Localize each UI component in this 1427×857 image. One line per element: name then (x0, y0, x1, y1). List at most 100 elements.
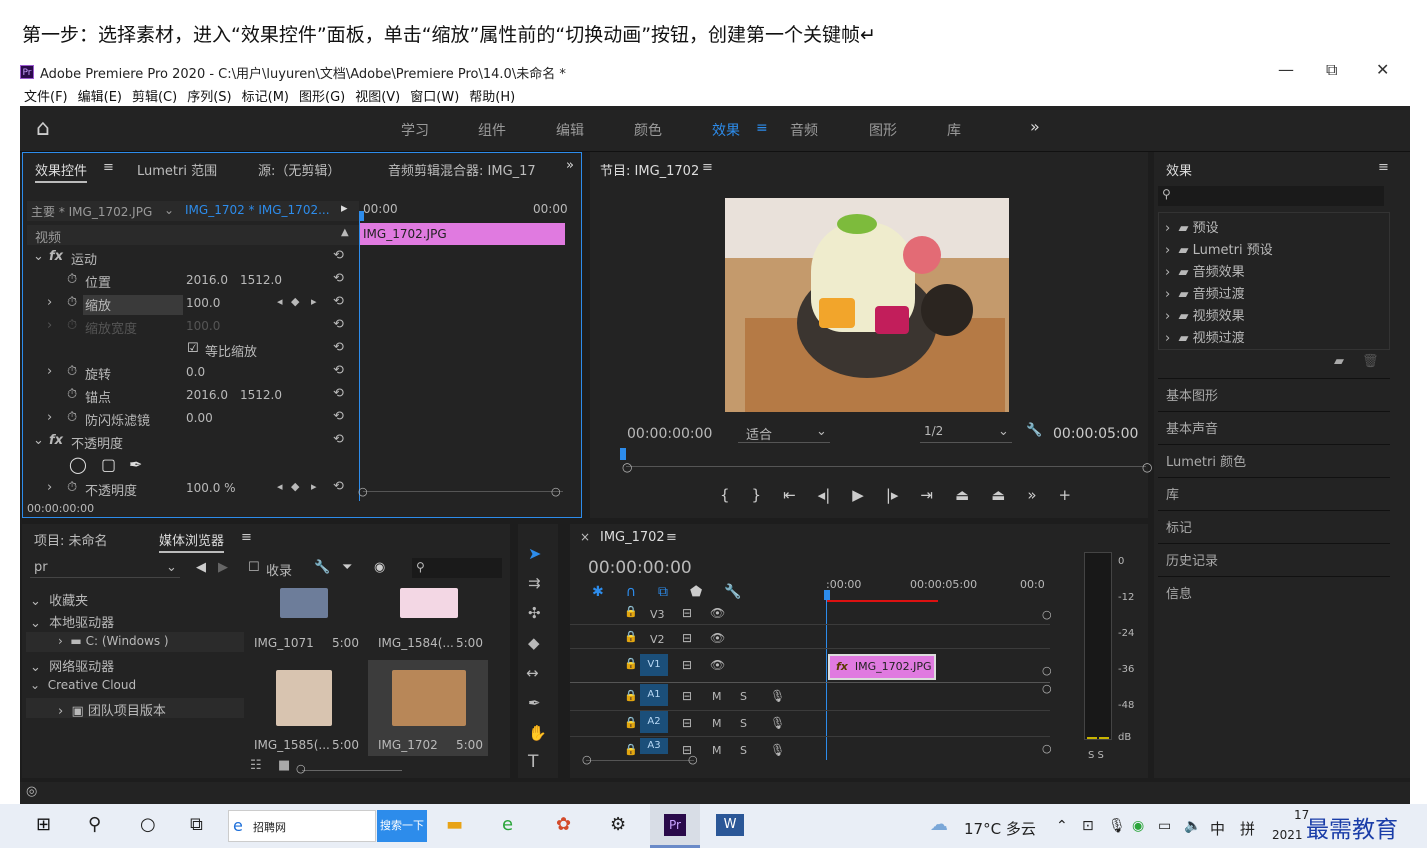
menu-help[interactable]: 帮助(H) (469, 86, 515, 105)
step-back-icon[interactable]: ◂| (818, 486, 831, 504)
play-icon[interactable]: ▶ (852, 486, 864, 504)
lock-icon[interactable]: 🔒 (624, 605, 638, 618)
add-keyframe-icon[interactable]: ◆ (291, 295, 299, 308)
timeline-playhead[interactable] (826, 590, 827, 760)
premiere-taskbar-item[interactable]: Pr (650, 804, 700, 848)
quality-select[interactable]: 1/2 ⌄ (920, 423, 1012, 443)
slider-knob-icon[interactable]: ○ (296, 762, 306, 775)
reset-icon[interactable]: ⟲ (333, 432, 344, 447)
reset-icon[interactable]: ⟲ (333, 317, 344, 332)
reset-icon[interactable]: ⟲ (333, 409, 344, 424)
stopwatch-icon[interactable]: ⏱ (67, 410, 77, 425)
media-thumb[interactable] (276, 670, 332, 726)
lock-icon[interactable]: 🔒 (624, 630, 638, 643)
vscroll-handle-icon[interactable]: ○ (1042, 742, 1052, 755)
sync-icon[interactable]: ⊟ (682, 658, 692, 672)
mute-button[interactable]: M (712, 690, 722, 703)
effects-item-video-effects[interactable]: › ▰ 视频效果 (1165, 305, 1245, 324)
ws-tab-libraries[interactable]: 库 (947, 120, 961, 140)
panel-menu-icon[interactable]: ≡ (702, 160, 713, 175)
timeline-hscroll[interactable] (586, 760, 694, 761)
menu-edit[interactable]: 编辑(E) (78, 86, 122, 105)
mute-button[interactable]: M (712, 717, 722, 730)
reset-icon[interactable]: ⟲ (333, 479, 344, 494)
track-a3[interactable]: A3 (640, 738, 668, 754)
ws-tab-color[interactable]: 颜色 (634, 120, 662, 140)
slip-tool-icon[interactable]: ↔ (526, 664, 539, 682)
app-icon[interactable]: ✿ (556, 814, 571, 835)
mic-icon[interactable]: 🎙 (1108, 818, 1126, 834)
file-explorer-icon[interactable]: ▬ (446, 814, 463, 835)
anchor-x-value[interactable]: 2016.0 (186, 388, 228, 402)
tree-creative-cloud[interactable]: ⌄ Creative Cloud (30, 678, 136, 692)
tree-c-drive[interactable]: › ▬ C: (Windows ) (58, 634, 169, 648)
ws-tab-effects[interactable]: 效果 (712, 120, 740, 140)
track-v3[interactable]: V3 (650, 608, 665, 621)
scroll-handle-left-icon[interactable]: ○ (582, 753, 592, 766)
tree-team-projects[interactable]: › ▣ 团队项目版本 (58, 700, 166, 719)
reset-icon[interactable]: ⟲ (333, 363, 344, 378)
reset-icon[interactable]: ⟲ (333, 340, 344, 355)
prev-keyframe-icon[interactable]: ◂ (277, 295, 283, 308)
scale-value[interactable]: 100.0 (186, 296, 220, 310)
stopwatch-icon[interactable]: ⏱ (67, 387, 77, 402)
reset-icon[interactable]: ⟲ (333, 248, 344, 263)
tree-favorites[interactable]: ⌄ 收藏夹 (30, 590, 88, 609)
ingest-checkbox[interactable]: ☐ (248, 560, 260, 575)
weather-text[interactable]: 17°C 多云 (964, 818, 1036, 839)
master-clip-label[interactable]: 主要 * IMG_1702.JPG (31, 203, 152, 220)
menu-sequence[interactable]: 序列(S) (187, 86, 231, 105)
sequence-tab[interactable]: IMG_1702 (600, 530, 665, 545)
anchor-y-value[interactable]: 1512.0 (240, 388, 282, 402)
tab-effect-controls[interactable]: 效果控件 (35, 160, 88, 183)
lift-icon[interactable]: ⏏ (955, 486, 969, 504)
effects-item-lumetri-presets[interactable]: › ▰ Lumetri 预设 (1165, 239, 1273, 258)
ws-tab-learn[interactable]: 学习 (401, 120, 429, 140)
section-info[interactable]: 信息 (1166, 583, 1192, 602)
ec-scrollbar[interactable] (363, 491, 563, 492)
stopwatch-icon[interactable]: ⏱ (67, 364, 77, 379)
eye-icon[interactable]: 👁 (710, 658, 725, 672)
tab-media-browser[interactable]: 媒体浏览器 (159, 530, 225, 553)
home-icon[interactable]: ⌂ (36, 116, 50, 141)
lock-icon[interactable]: 🔒 (624, 657, 638, 670)
scroll-handle-right-icon[interactable]: ○ (1142, 460, 1152, 474)
type-tool-icon[interactable]: T (528, 752, 538, 772)
ws-more-icon[interactable]: » (1030, 117, 1040, 136)
view-icon[interactable]: ◉ (374, 560, 385, 575)
ripple-edit-tool-icon[interactable]: ✣ (528, 604, 541, 622)
windows-start-icon[interactable]: ⊞ (36, 814, 51, 835)
reset-icon[interactable]: ⟲ (333, 294, 344, 309)
list-view-icon[interactable]: ☷ (250, 758, 262, 773)
cortana-icon[interactable]: ○ (140, 814, 156, 835)
panel-menu-icon[interactable]: ≡ (1378, 160, 1389, 175)
ec-timecode[interactable]: 00:00:00:00 (27, 502, 94, 515)
reset-icon[interactable]: ⟲ (333, 386, 344, 401)
vscroll-handle-icon[interactable]: ○ (1042, 608, 1052, 621)
more-controls-icon[interactable]: » (1027, 486, 1036, 504)
sync-icon[interactable]: ⊟ (682, 631, 692, 645)
fx-icon[interactable]: fx (49, 433, 63, 448)
eye-icon[interactable]: 👁 (710, 631, 725, 645)
step-forward-icon[interactable]: |▸ (886, 486, 899, 504)
filter-icon[interactable]: ⏷ (342, 560, 352, 575)
collapse-up-icon[interactable]: ▲ (341, 227, 349, 238)
section-libraries[interactable]: 库 (1166, 484, 1179, 503)
ws-menu-icon[interactable]: ≡ (756, 120, 768, 136)
settings-icon[interactable]: ⚙ (610, 814, 626, 835)
ellipse-mask-icon[interactable]: ◯ (69, 455, 87, 474)
reset-icon[interactable]: ⟲ (333, 271, 344, 286)
media-search-input[interactable]: ⚲ (412, 558, 502, 578)
scroll-handle-right-icon[interactable]: ○ (688, 753, 698, 766)
restore-button[interactable]: ⧉ (1326, 60, 1337, 80)
effects-item-audio-transitions[interactable]: › ▰ 音频过渡 (1165, 283, 1245, 302)
lock-icon[interactable]: 🔒 (624, 689, 638, 702)
mute-button[interactable]: M (712, 744, 722, 757)
snap-icon[interactable]: ∩ (626, 584, 636, 600)
clock-date[interactable]: 2021 (1272, 828, 1303, 842)
rect-mask-icon[interactable]: ▢ (101, 455, 116, 474)
opacity-value[interactable]: 100.0 % (186, 481, 236, 495)
close-button[interactable]: ✕ (1376, 60, 1389, 79)
section-history[interactable]: 历史记录 (1166, 550, 1218, 569)
ws-tab-assembly[interactable]: 组件 (478, 120, 506, 140)
